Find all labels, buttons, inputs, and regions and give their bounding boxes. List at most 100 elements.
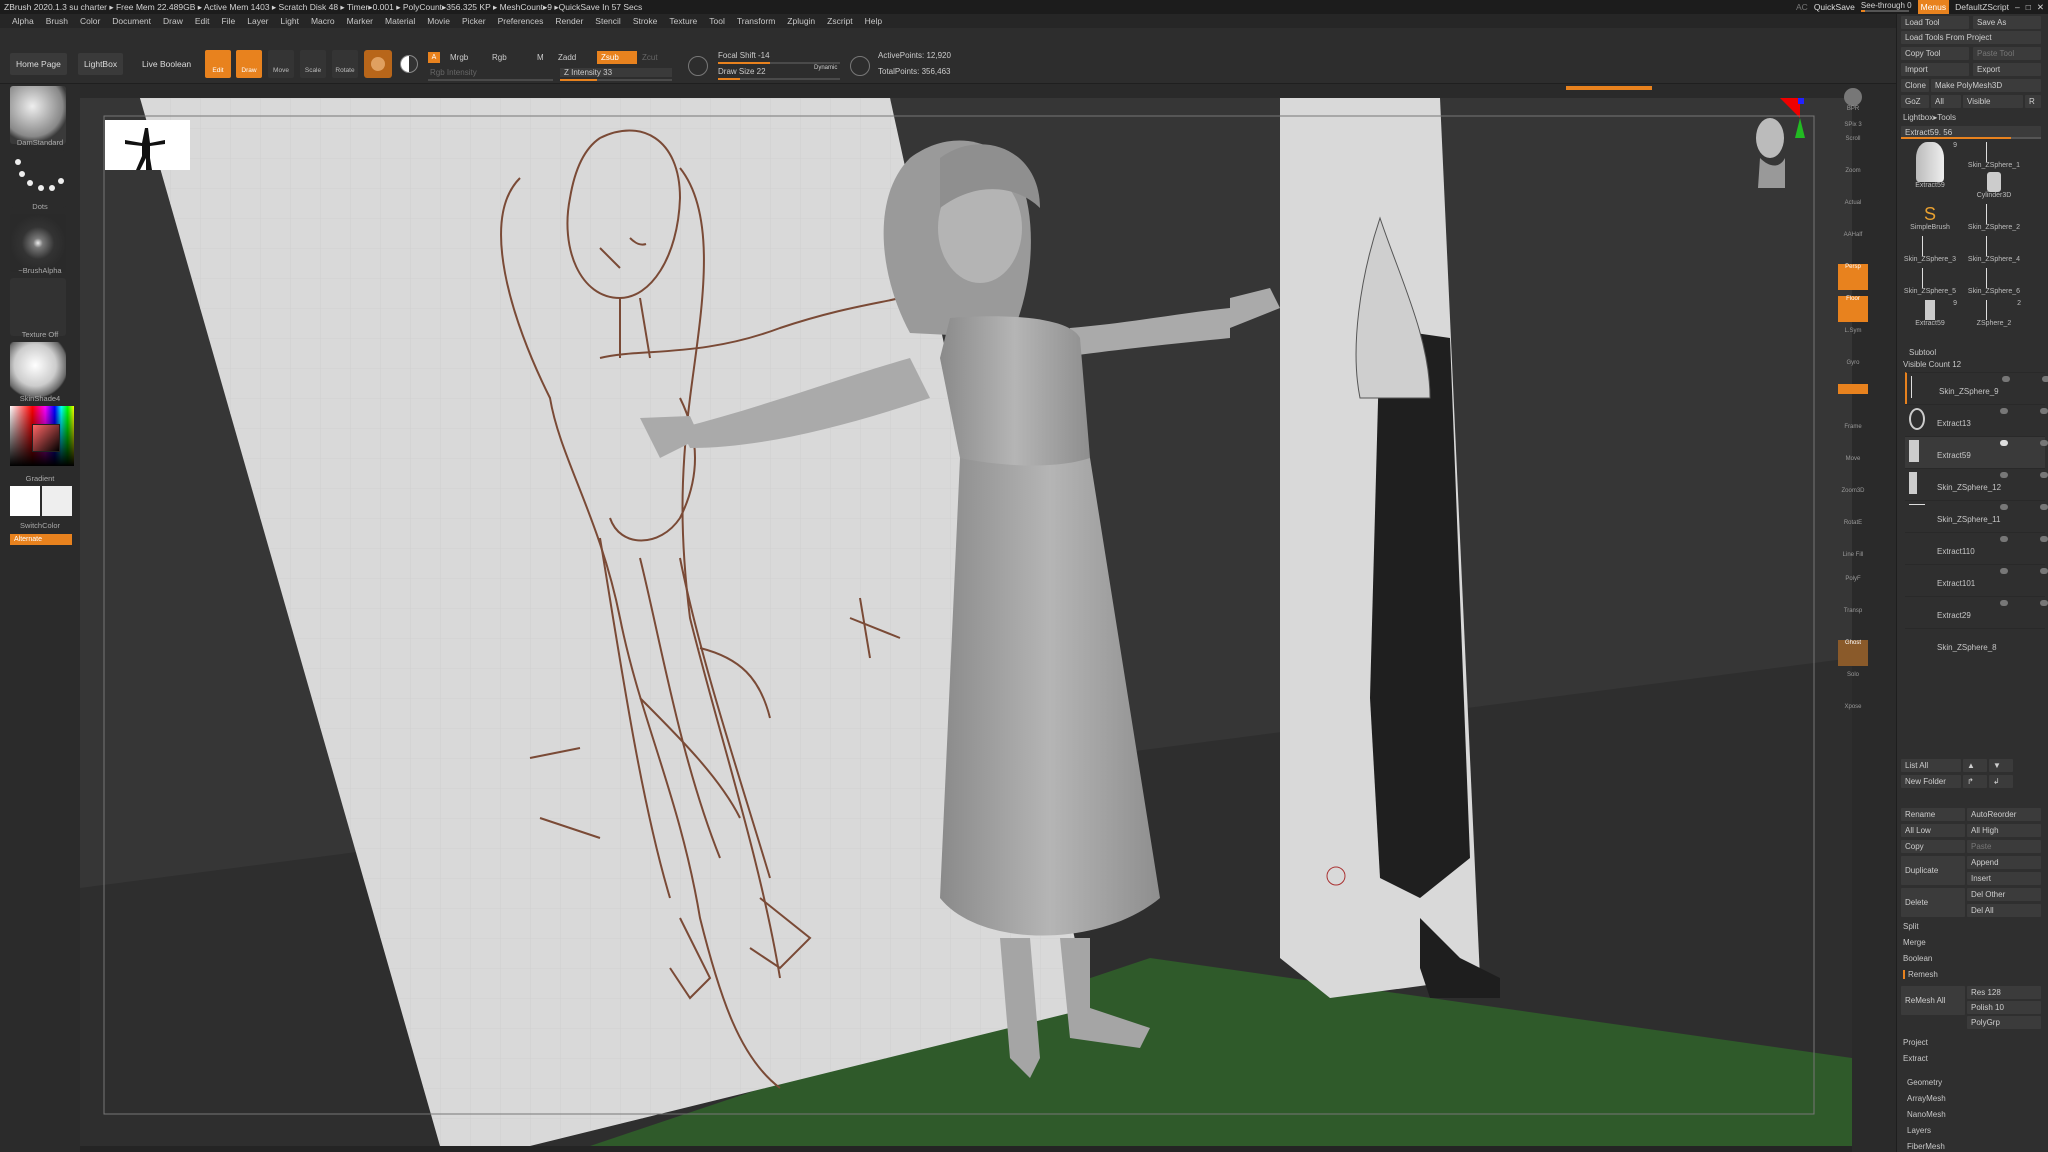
draw-size-track[interactable] [718,78,840,80]
live-boolean-button[interactable]: Live Boolean [136,53,197,75]
subtool-header[interactable]: Subtool [1909,348,1936,357]
layers-section[interactable]: Layers [1907,1126,1931,1135]
tool-thumb-skin-zsphere-3[interactable]: Skin_ZSphere_3 [1899,236,1961,266]
rotate-view-button[interactable]: RotatE [1838,520,1868,546]
subtool-row[interactable]: Skin_ZSphere_11 [1905,500,2048,532]
tool-thumb-extract59-b[interactable]: Extract59 9 [1899,300,1961,330]
fibermesh-section[interactable]: FiberMesh [1907,1142,1945,1151]
focal-shift-track[interactable] [718,62,840,64]
folder-arrow-down-icon[interactable]: ↲ [1989,775,2013,788]
merge-section[interactable]: Merge [1903,938,1926,947]
del-other-button[interactable]: Del Other [1967,888,2041,901]
edit-mode-button[interactable]: Edit [205,50,231,78]
make-polymesh3d-button[interactable]: Make PolyMesh3D [1931,79,2041,92]
all-high-button[interactable]: All High [1967,824,2041,837]
new-folder-button[interactable]: New Folder [1901,775,1961,788]
see-through-slider[interactable]: See-through 0 [1860,2,1912,12]
menu-picker[interactable]: Picker [462,14,486,28]
switch-color-button[interactable]: SwitchColor [0,521,80,530]
append-button[interactable]: Append [1967,856,2041,869]
move-up-arrow-icon[interactable]: ▲ [1963,759,1987,772]
zsub-button[interactable]: Zsub [597,51,637,64]
menu-marker[interactable]: Marker [347,14,373,28]
all-low-button[interactable]: All Low [1901,824,1965,837]
lightbox-tools-link[interactable]: Lightbox▸Tools [1903,113,1956,122]
draw-mode-button[interactable]: Draw [236,50,262,78]
export-button[interactable]: Export [1973,63,2041,76]
tool-thumb-extract59[interactable]: Extract59 9 [1899,142,1961,192]
transp-button[interactable]: Transp [1838,608,1868,634]
sphere-toggle-icon[interactable] [400,55,418,73]
floor-button[interactable]: Floor [1838,296,1868,322]
quicksave-button[interactable]: QuickSave [1814,0,1855,14]
scale-mode-button[interactable]: Scale [300,50,326,78]
menu-color[interactable]: Color [80,14,100,28]
polish-slider[interactable]: Polish 10 [1967,1001,2041,1014]
mrgb-button[interactable]: Mrgb [450,53,468,62]
boolean-section[interactable]: Boolean [1903,954,1932,963]
menu-movie[interactable]: Movie [427,14,450,28]
move-mode-button[interactable]: Move [268,50,294,78]
rgb-intensity-track[interactable] [428,79,553,81]
stroke-thumbnail[interactable] [10,150,66,208]
subtool-row[interactable]: Skin_ZSphere_8 [1905,628,2045,660]
z-intensity-track[interactable] [560,79,672,81]
save-as-button[interactable]: Save As [1973,16,2041,29]
dynamic-toggle[interactable]: Dynamic [814,65,837,71]
window-close-icon[interactable]: ✕ [2037,0,2044,14]
move-view-button[interactable]: Move [1838,456,1868,482]
menu-render[interactable]: Render [555,14,583,28]
alternate-button[interactable]: Alternate [10,534,72,545]
stroke-icon[interactable] [850,56,870,76]
remesh-section[interactable]: Remesh [1903,970,1938,979]
zadd-button[interactable]: Zadd [558,53,576,62]
home-page-button[interactable]: Home Page [10,53,67,75]
arraymesh-section[interactable]: ArrayMesh [1907,1094,1946,1103]
goz-all-button[interactable]: All [1931,95,1961,108]
paste-subtool-button[interactable]: Paste [1967,840,2041,853]
menu-brush[interactable]: Brush [46,14,68,28]
ghost-button[interactable]: Ghost [1838,640,1868,666]
tool-thumb-cylinder3d[interactable]: Cylinder3D [1963,172,2025,202]
load-tool-button[interactable]: Load Tool [1901,16,1969,29]
m-button[interactable]: M [537,53,544,62]
material-thumbnail[interactable] [10,342,66,400]
lightbox-button[interactable]: LightBox [78,53,124,75]
visible-count-slider[interactable]: Visible Count 12 [1903,360,1961,369]
res-slider[interactable]: Res 128 [1967,986,2041,999]
import-button[interactable]: Import [1901,63,1969,76]
menu-preferences[interactable]: Preferences [498,14,544,28]
project-section[interactable]: Project [1903,1038,1928,1047]
xyz-button[interactable] [1838,384,1868,394]
subtool-row[interactable]: Extract101 [1905,564,2048,596]
menu-help[interactable]: Help [865,14,882,28]
load-tools-from-project-button[interactable]: Load Tools From Project [1901,31,2041,44]
goz-visible-button[interactable]: Visible [1963,95,2023,108]
menu-tool[interactable]: Tool [709,14,725,28]
subtool-row-selected[interactable]: Extract59 [1905,436,2048,468]
menu-stroke[interactable]: Stroke [633,14,658,28]
window-restore-icon[interactable]: □ [2026,0,2031,14]
tool-thumb-zsphere-2[interactable]: ZSphere_2 2 [1963,300,2025,330]
focal-shift-slider[interactable]: Focal Shift -14 [718,51,770,60]
menu-texture[interactable]: Texture [669,14,697,28]
tool-thumb-skin-zsphere-4[interactable]: Skin_ZSphere_4 [1963,236,2025,266]
goz-button[interactable]: GoZ [1901,95,1929,108]
tool-thumb-simplebrush[interactable]: S SimpleBrush [1899,204,1961,234]
copy-tool-button[interactable]: Copy Tool [1901,47,1969,60]
tool-thumb-skin-zsphere-2[interactable]: Skin_ZSphere_2 [1963,204,2025,234]
delete-button[interactable]: Delete [1901,888,1965,917]
lsym-button[interactable]: L.Sym [1838,328,1868,354]
tool-thumb-skin-zsphere-5[interactable]: Skin_ZSphere_5 [1899,268,1961,298]
material-swatch-button[interactable] [364,50,392,78]
clone-button[interactable]: Clone [1901,79,1929,92]
zoom3d-button[interactable]: Zoom3D [1838,488,1868,514]
subtool-row[interactable]: Extract13 [1905,404,2048,436]
menu-transform[interactable]: Transform [737,14,775,28]
remesh-all-button[interactable]: ReMesh All [1901,986,1965,1015]
folder-arrow-icon[interactable]: ↱ [1963,775,1987,788]
geometry-section[interactable]: Geometry [1907,1078,1942,1087]
rgb-button[interactable]: Rgb [492,53,507,62]
lazy-mouse-icon[interactable] [688,56,708,76]
menu-zscript[interactable]: Zscript [827,14,853,28]
